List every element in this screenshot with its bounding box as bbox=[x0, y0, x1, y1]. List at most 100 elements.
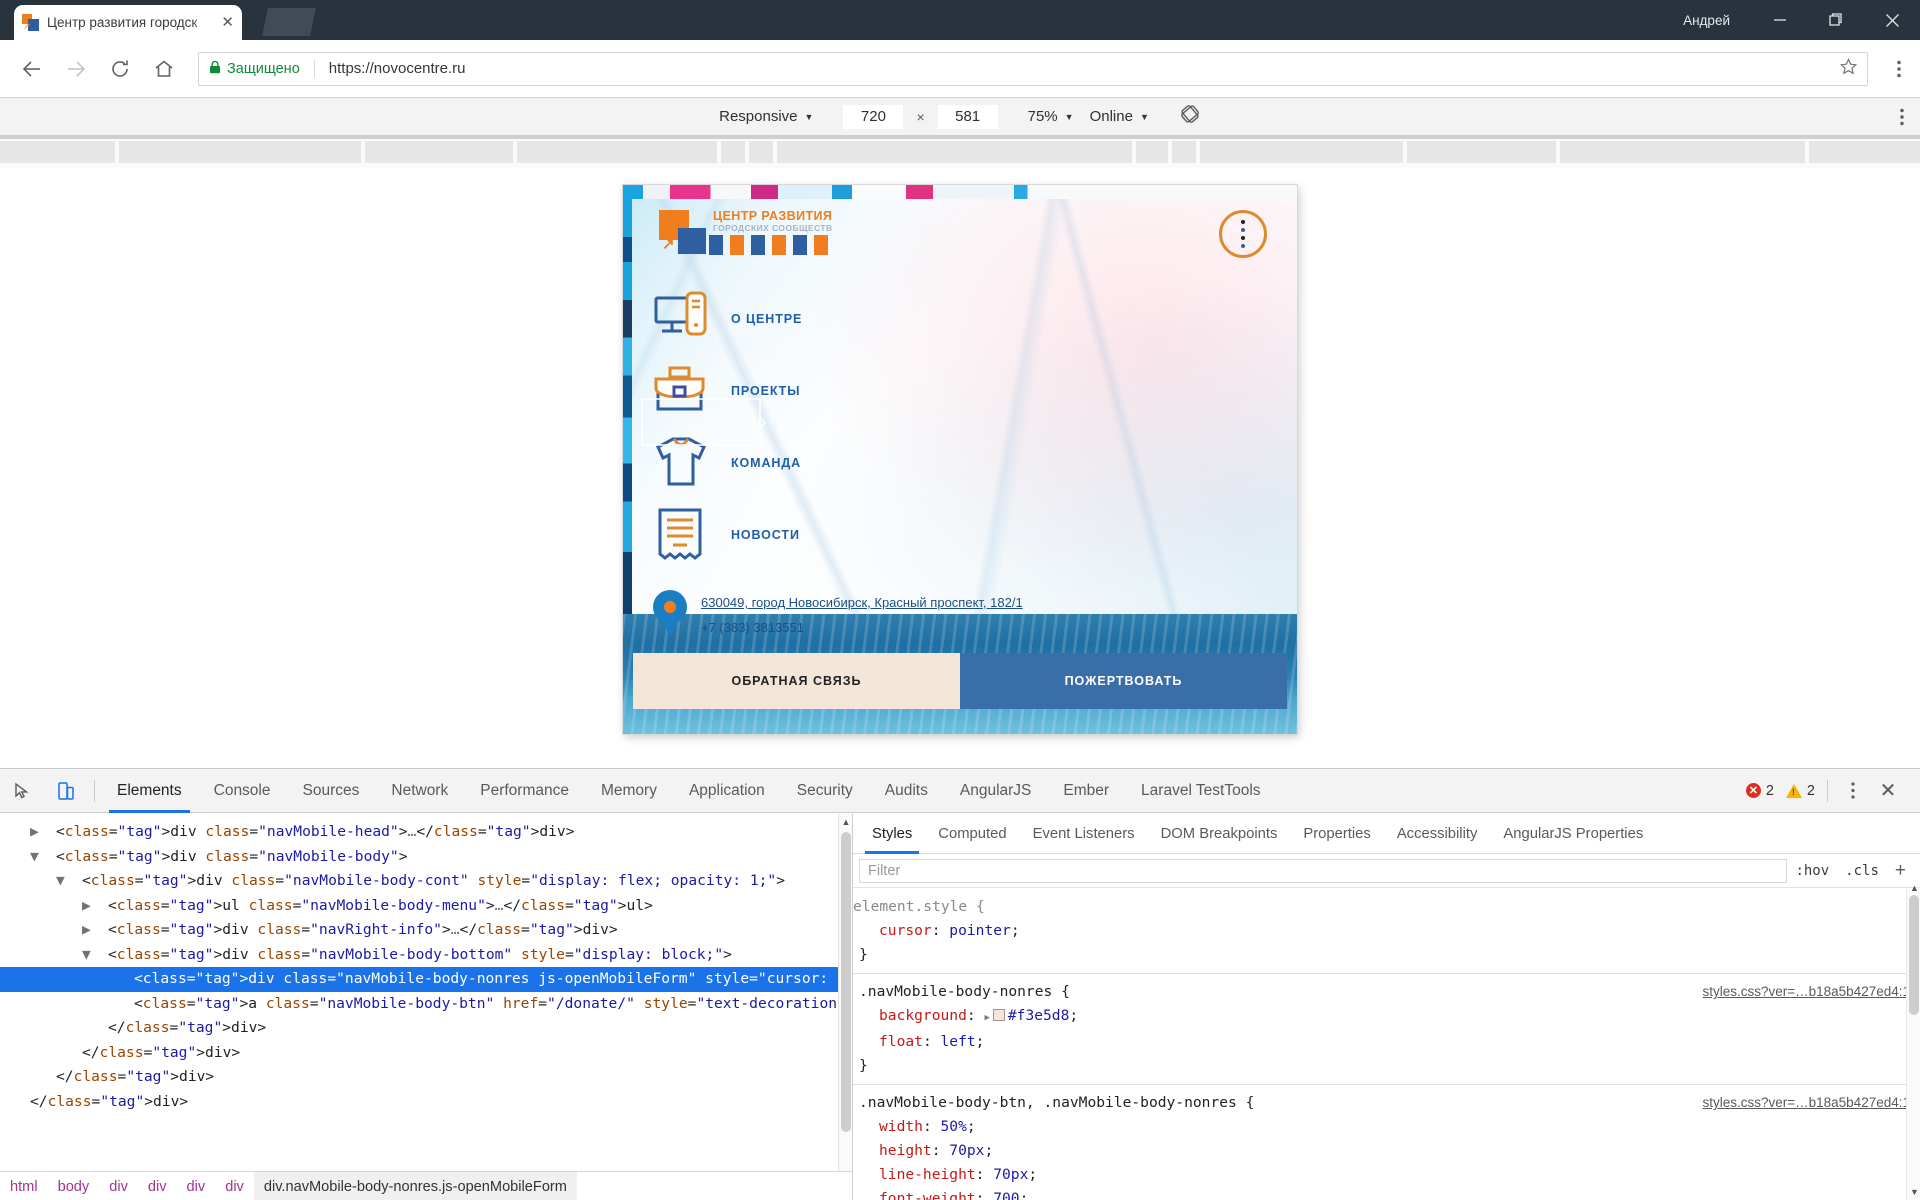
devtools-tab-sources[interactable]: Sources bbox=[287, 769, 376, 813]
dom-node[interactable]: </class="tag">div> bbox=[0, 1041, 852, 1066]
style-rule[interactable]: element.style {cursor: pointer;} bbox=[853, 889, 1920, 974]
devtools-tab-application[interactable]: Application bbox=[673, 769, 781, 813]
dom-node[interactable]: ▼ <class="tag">div class="navMobile-body-… bbox=[0, 869, 852, 894]
back-icon[interactable] bbox=[10, 47, 54, 91]
style-rule-selector[interactable]: element.style { bbox=[853, 895, 1920, 919]
scroll-thumb[interactable] bbox=[1909, 895, 1919, 1015]
devtools-menu-icon[interactable] bbox=[1840, 782, 1866, 799]
viewport-height-input[interactable]: 581 bbox=[937, 104, 998, 129]
menu-item-news[interactable]: НОВОСТИ bbox=[653, 499, 802, 571]
styles-tab-accessibility[interactable]: Accessibility bbox=[1384, 814, 1491, 854]
styles-tab-dom-breakpoints[interactable]: DOM Breakpoints bbox=[1148, 814, 1291, 854]
media-query-segment[interactable] bbox=[721, 141, 745, 163]
style-rule[interactable]: .navMobile-body-btn, .navMobile-body-non… bbox=[853, 1085, 1920, 1200]
scroll-down-icon[interactable]: ▼ bbox=[1910, 1187, 1919, 1197]
dom-tree-pane[interactable]: ▶ <class="tag">div class="navMobile-head"… bbox=[0, 814, 853, 1200]
breadcrumb[interactable]: html body div div div div div.navMobile-body-n… bbox=[0, 1171, 852, 1200]
media-query-segment[interactable] bbox=[1136, 141, 1168, 163]
media-query-segment[interactable] bbox=[119, 141, 361, 163]
dom-scrollbar[interactable]: ▲ ▼ bbox=[838, 814, 852, 1200]
slider-next-control[interactable]: › bbox=[641, 398, 767, 446]
browser-menu-icon[interactable] bbox=[1878, 60, 1920, 78]
devtools-tab-laravel-testtools[interactable]: Laravel TestTools bbox=[1125, 769, 1276, 813]
media-query-segment[interactable] bbox=[1560, 141, 1805, 163]
browser-tab[interactable]: ↗ Центр развития городск ✕ bbox=[14, 5, 242, 40]
error-count-badge[interactable]: ✕ 2 bbox=[1745, 783, 1774, 799]
dom-node[interactable]: </class="tag">div> bbox=[0, 1090, 852, 1115]
styles-tab-computed[interactable]: Computed bbox=[925, 814, 1019, 854]
device-toolbar-menu-icon[interactable] bbox=[1900, 108, 1904, 131]
bookmark-star-icon[interactable] bbox=[1839, 57, 1858, 80]
feedback-button[interactable]: ОБРАТНАЯ СВЯЗЬ bbox=[633, 653, 960, 709]
devtools-tab-console[interactable]: Console bbox=[198, 769, 287, 813]
maximize-icon[interactable] bbox=[1808, 0, 1864, 40]
dom-node[interactable]: ▼ <class="tag">div class="navMobile-body"… bbox=[0, 845, 852, 870]
devtools-tab-elements[interactable]: Elements bbox=[101, 769, 198, 813]
style-declaration[interactable]: width: 50%; bbox=[853, 1115, 1920, 1139]
user-profile-label[interactable]: Андрей bbox=[1661, 13, 1752, 28]
media-query-segment[interactable] bbox=[1407, 141, 1556, 163]
devtools-tab-angularjs[interactable]: AngularJS bbox=[944, 769, 1048, 813]
dom-node[interactable]: ▼ <class="tag">div class="navMobile-body-… bbox=[0, 943, 852, 968]
device-viewport[interactable]: ↗ ЦЕНТР РАЗВИТИЯ ГОРОДСКИХ СООБЩЕСТВ О Ц… bbox=[623, 185, 1297, 734]
color-swatch[interactable] bbox=[992, 1009, 1005, 1021]
close-window-icon[interactable] bbox=[1864, 0, 1920, 40]
mobile-menu-toggle[interactable] bbox=[1219, 210, 1267, 258]
zoom-selector[interactable]: 75% ▼ bbox=[1028, 108, 1074, 125]
styles-tab-angularjs-properties[interactable]: AngularJS Properties bbox=[1490, 814, 1656, 854]
site-logo[interactable]: ↗ ЦЕНТР РАЗВИТИЯ ГОРОДСКИХ СООБЩЕСТВ bbox=[659, 209, 841, 258]
style-declaration[interactable]: height: 70px; bbox=[853, 1139, 1920, 1163]
dom-node[interactable]: </class="tag">div> bbox=[0, 1016, 852, 1041]
force-state-button[interactable]: :hov bbox=[1787, 863, 1837, 879]
devtools-tab-network[interactable]: Network bbox=[375, 769, 464, 813]
reload-icon[interactable] bbox=[98, 47, 142, 91]
scroll-up-icon[interactable]: ▲ bbox=[841, 817, 851, 827]
breadcrumb-item[interactable]: body bbox=[48, 1172, 100, 1200]
breadcrumb-item[interactable]: html bbox=[0, 1172, 48, 1200]
style-rule[interactable]: .navMobile-body-nonres {styles.css?ver=…… bbox=[853, 974, 1920, 1085]
media-query-ruler[interactable] bbox=[0, 136, 1920, 168]
new-style-rule-button[interactable]: + bbox=[1887, 860, 1914, 882]
styles-tab-properties[interactable]: Properties bbox=[1290, 814, 1383, 854]
breadcrumb-item[interactable]: div bbox=[99, 1172, 138, 1200]
media-query-segment[interactable] bbox=[1809, 141, 1920, 163]
style-declaration[interactable]: float: left; bbox=[853, 1030, 1920, 1054]
dom-node[interactable]: ▶ <class="tag">div class="navRight-info">… bbox=[0, 918, 852, 943]
device-selector[interactable]: Responsive ▼ bbox=[719, 108, 813, 125]
devtools-tab-audits[interactable]: Audits bbox=[869, 769, 944, 813]
style-declaration[interactable]: line-height: 70px; bbox=[853, 1163, 1920, 1187]
devtools-tab-performance[interactable]: Performance bbox=[464, 769, 585, 813]
breadcrumb-item[interactable]: div bbox=[215, 1172, 254, 1200]
devtools-tab-security[interactable]: Security bbox=[781, 769, 869, 813]
dom-node[interactable]: <class="tag">a class="navMobile-body-btn… bbox=[0, 992, 852, 1017]
dom-node[interactable]: </class="tag">div> bbox=[0, 1065, 852, 1090]
close-tab-icon[interactable]: ✕ bbox=[221, 15, 234, 30]
media-query-segment[interactable] bbox=[749, 141, 773, 163]
style-declaration[interactable]: font-weight: 700; bbox=[853, 1187, 1920, 1200]
styles-scrollbar[interactable]: ▲ ▼ bbox=[1906, 883, 1920, 1200]
style-source-link[interactable]: styles.css?ver=…b18a5b427ed4:1 bbox=[1702, 980, 1910, 1004]
dom-tree[interactable]: ▶ <class="tag">div class="navMobile-head"… bbox=[0, 814, 852, 1114]
warning-count-badge[interactable]: 2 bbox=[1785, 783, 1815, 799]
close-devtools-icon[interactable]: ✕ bbox=[1870, 778, 1906, 803]
home-icon[interactable] bbox=[142, 47, 186, 91]
phone-number[interactable]: +7 (383) 3813551 bbox=[701, 620, 1023, 635]
media-query-segment[interactable] bbox=[777, 141, 1132, 163]
styles-tab-event-listeners[interactable]: Event Listeners bbox=[1020, 814, 1148, 854]
dom-node[interactable]: ▶ <class="tag">ul class="navMobile-body-m… bbox=[0, 894, 852, 919]
media-query-segment[interactable] bbox=[517, 141, 717, 163]
viewport-width-input[interactable]: 720 bbox=[843, 104, 904, 129]
media-query-segment[interactable] bbox=[1172, 141, 1196, 163]
style-declaration[interactable]: background: ▶ #f3e5d8; bbox=[853, 1004, 1920, 1030]
style-declaration[interactable]: cursor: pointer; bbox=[853, 919, 1920, 943]
menu-item-about[interactable]: О ЦЕНТРЕ bbox=[653, 283, 802, 355]
toggle-device-toolbar-icon[interactable] bbox=[44, 769, 88, 813]
dom-node[interactable]: ▶ <class="tag">div class="navMobile-head"… bbox=[0, 820, 852, 845]
styles-filter-input[interactable]: Filter bbox=[859, 858, 1788, 883]
media-query-segment[interactable] bbox=[1200, 141, 1403, 163]
new-tab-button[interactable] bbox=[262, 8, 316, 36]
style-source-link[interactable]: styles.css?ver=…b18a5b427ed4:1 bbox=[1702, 1091, 1910, 1115]
donate-button[interactable]: ПОЖЕРТВОВАТЬ bbox=[960, 653, 1287, 709]
media-query-segment[interactable] bbox=[0, 141, 115, 163]
breadcrumb-item[interactable]: div bbox=[138, 1172, 177, 1200]
